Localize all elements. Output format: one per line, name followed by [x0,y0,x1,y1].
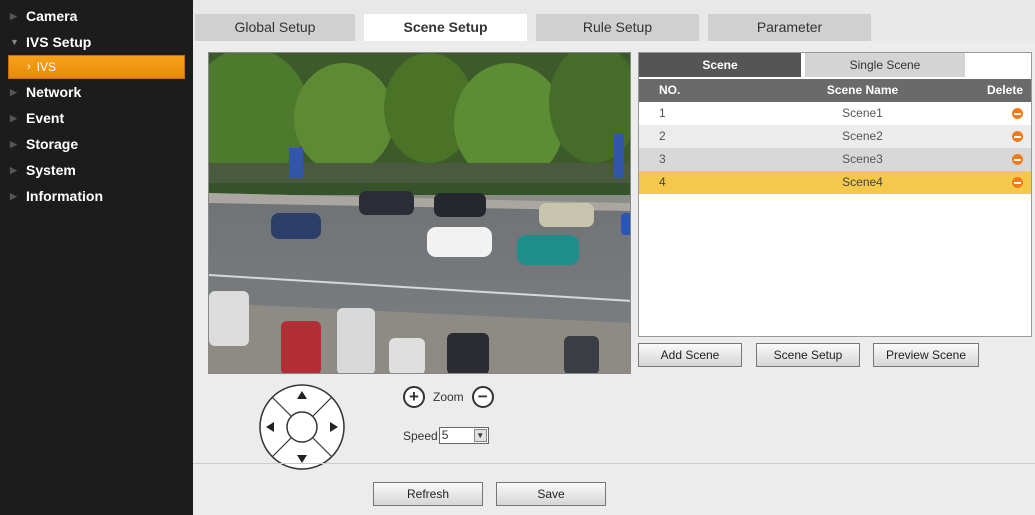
triangle-right-icon: ▶ [10,191,17,201]
scene-no: 1 [659,106,666,120]
sidebar: ▶ Camera ▼ IVS Setup › IVS ▶ Network ▶ E… [0,0,193,515]
sidebar-subitem-ivs[interactable]: › IVS [8,55,185,79]
table-row[interactable]: 3 Scene3 [639,148,1031,171]
speed-control: Speed 5 ▼ [403,427,489,444]
add-scene-button[interactable]: Add Scene [638,343,742,367]
camera-video-preview[interactable] [208,52,631,374]
sidebar-item-label: Event [26,110,65,126]
table-row-selected[interactable]: 4 Scene4 [639,171,1031,194]
chevron-right-icon: › [27,61,31,73]
scene-table: NO. Scene Name Delete 1 Scene1 2 Scene2 … [639,79,1031,194]
tab-global-setup[interactable]: Global Setup [195,14,355,41]
sidebar-item-ivs-setup[interactable]: ▼ IVS Setup [0,29,193,55]
scene-name: Scene1 [842,106,883,120]
street-scene-image [209,53,630,373]
sidebar-item-network[interactable]: ▶ Network [0,79,193,105]
tab-scene[interactable]: Scene [639,53,801,77]
zoom-label: Zoom [433,390,464,404]
scene-name: Scene3 [842,152,883,166]
sidebar-subitem-label: IVS [36,60,57,74]
scene-no: 4 [659,175,666,189]
sidebar-item-event[interactable]: ▶ Event [0,105,193,131]
delete-icon[interactable] [1012,177,1023,189]
sidebar-item-label: Storage [26,136,79,152]
content-area: Scene Single Scene NO. Scene Name Delete… [193,41,1035,515]
scene-list-panel: Scene Single Scene NO. Scene Name Delete… [638,52,1032,337]
sidebar-item-label: IVS Setup [26,34,92,50]
column-header-delete: Delete [986,83,1023,97]
sidebar-item-label: Camera [26,8,78,24]
scene-no: 3 [659,152,666,166]
scene-name: Scene4 [842,175,883,189]
preview-scene-button[interactable]: Preview Scene [873,343,979,367]
divider [193,463,1035,464]
sidebar-item-storage[interactable]: ▶ Storage [0,131,193,157]
tab-parameter[interactable]: Parameter [708,14,871,41]
scene-name: Scene2 [842,129,883,143]
delete-icon[interactable] [1012,131,1023,143]
speed-value: 5 [441,428,449,442]
delete-icon[interactable] [1012,108,1023,120]
delete-icon[interactable] [1012,154,1023,166]
scene-no: 2 [659,129,666,143]
zoom-out-button[interactable]: − [471,386,494,408]
speed-select[interactable]: 5 ▼ [438,427,489,444]
table-header-row: NO. Scene Name Delete [639,79,1031,102]
tab-scene-setup[interactable]: Scene Setup [364,14,527,41]
sidebar-item-information[interactable]: ▶ Information [0,183,193,209]
zoom-in-button[interactable]: + [403,386,425,408]
sidebar-item-system[interactable]: ▶ System [0,157,193,183]
tab-single-scene[interactable]: Single Scene [805,53,965,77]
scene-tabs: Scene Single Scene [639,53,1033,77]
table-row[interactable]: 1 Scene1 [639,102,1031,125]
triangle-right-icon: ▶ [10,87,17,97]
triangle-right-icon: ▶ [10,165,17,175]
column-header-no: NO. [659,83,681,97]
triangle-right-icon: ▶ [10,113,17,123]
refresh-button[interactable]: Refresh [373,482,483,506]
tab-rule-setup[interactable]: Rule Setup [536,14,699,41]
dropdown-arrow-icon: ▼ [473,429,487,442]
scene-setup-button[interactable]: Scene Setup [756,343,860,367]
save-button[interactable]: Save [496,482,606,506]
sidebar-item-label: Information [26,188,103,204]
tab-bar: Global Setup Scene Setup Rule Setup Para… [193,6,1035,41]
sidebar-item-label: System [26,162,76,178]
column-header-scene-name: Scene Name [826,83,899,97]
table-row[interactable]: 2 Scene2 [639,125,1031,148]
triangle-down-icon: ▼ [10,37,19,47]
triangle-right-icon: ▶ [10,11,17,21]
triangle-right-icon: ▶ [10,139,17,149]
speed-label: Speed [403,428,438,443]
zoom-controls: + Zoom − [403,386,494,408]
ptz-direction-pad [258,383,346,474]
sidebar-item-label: Network [26,84,82,100]
sidebar-item-camera[interactable]: ▶ Camera [0,3,193,29]
